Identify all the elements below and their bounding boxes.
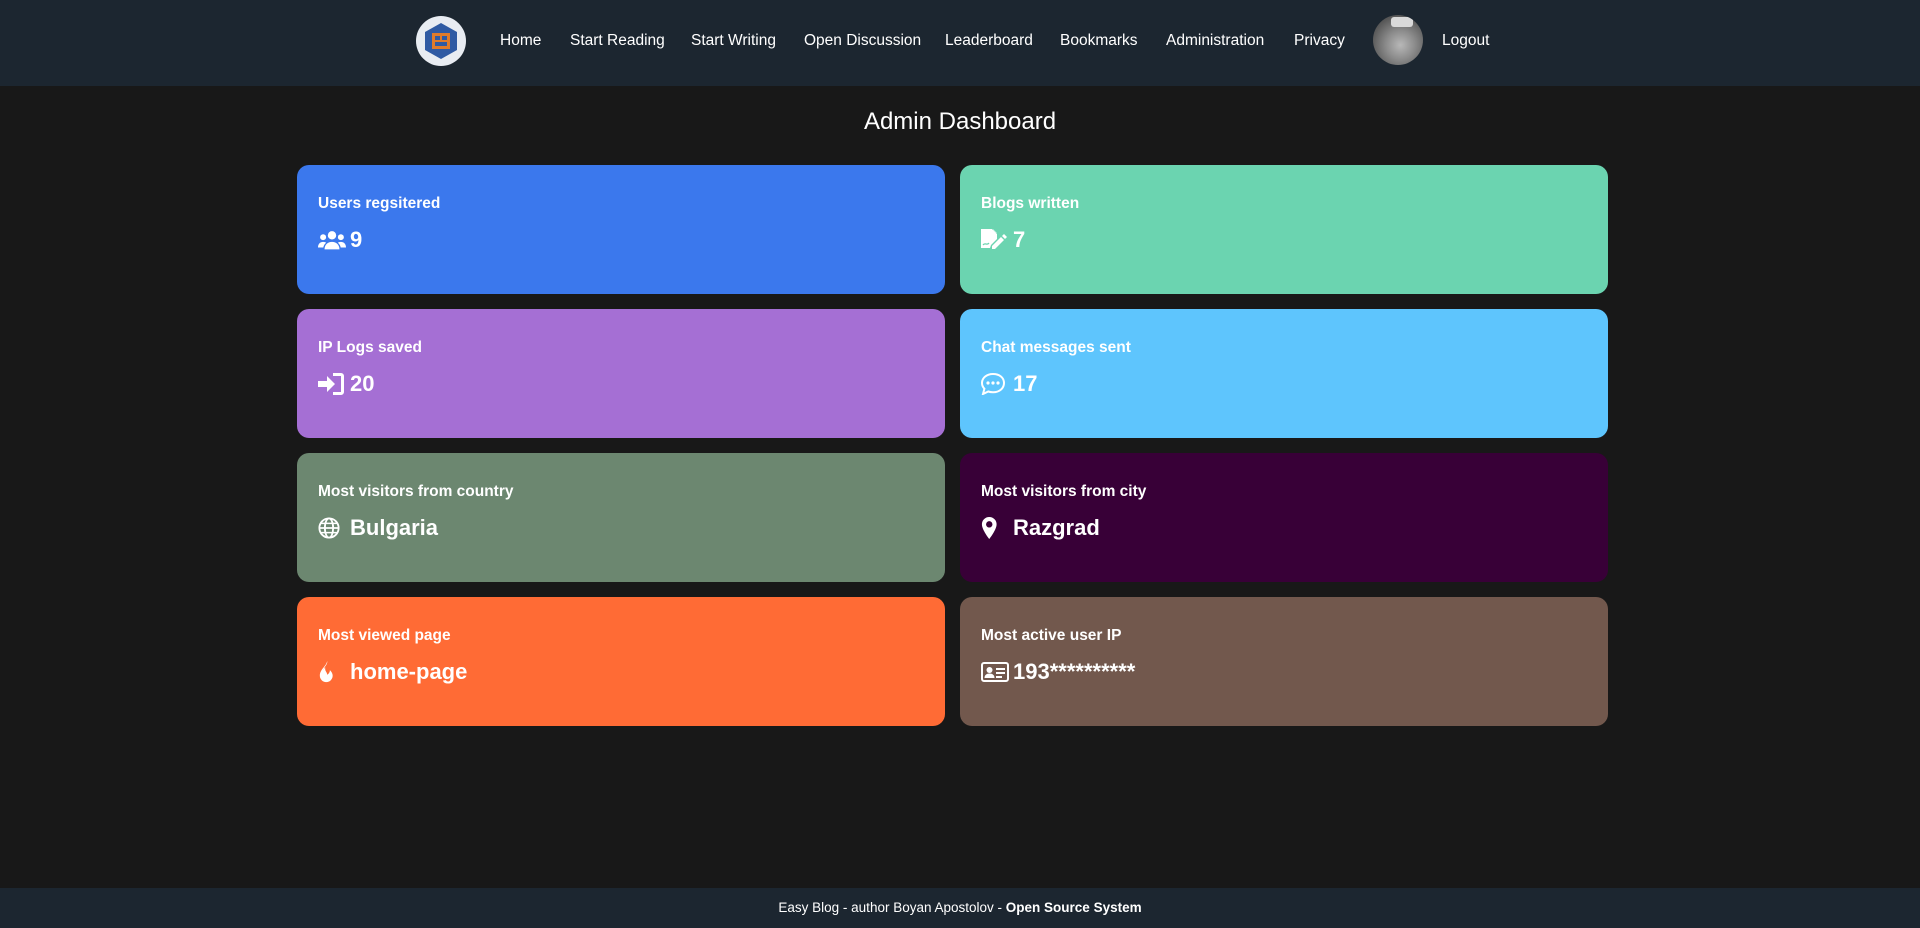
card-label: Blogs written (981, 195, 1080, 212)
card-value: 9 (350, 227, 363, 252)
card-label: Most viewed page (318, 627, 451, 644)
nav-link-start-writing[interactable]: Start Writing (691, 0, 776, 82)
card-value: 17 (1013, 371, 1038, 396)
card-value: home-page (350, 659, 468, 684)
card-value: 193********** (1013, 659, 1136, 684)
card-label: IP Logs saved (318, 339, 422, 356)
nav-link-privacy[interactable]: Privacy (1294, 0, 1345, 82)
card-value: Razgrad (1013, 515, 1100, 540)
stat-card-viewed-page: Most viewed page home-page (297, 597, 945, 726)
comment-dots-icon (981, 372, 1009, 396)
footer-link[interactable]: Open Source System (1006, 900, 1142, 915)
stat-card-city: Most visitors from city Razgrad (960, 453, 1608, 582)
card-label: Most visitors from city (981, 483, 1147, 500)
nav-link-logout[interactable]: Logout (1442, 0, 1489, 82)
footer: Easy Blog - author Boyan Apostolov - Ope… (0, 888, 1920, 928)
nav-link-leaderboard[interactable]: Leaderboard (945, 0, 1033, 82)
footer-text: Easy Blog - author Boyan Apostolov - (778, 900, 1003, 915)
nav-link-home[interactable]: Home (500, 0, 541, 82)
stat-card-users: Users regsitered 9 (297, 165, 945, 294)
file-signature-icon (981, 228, 1009, 252)
fire-icon (318, 660, 346, 684)
nav-link-bookmarks[interactable]: Bookmarks (1060, 0, 1138, 82)
page-title: Admin Dashboard (863, 108, 1057, 135)
globe-icon (318, 516, 346, 540)
card-value: 20 (350, 371, 375, 396)
card-label: Most visitors from country (318, 483, 514, 500)
users-icon (318, 228, 346, 252)
user-avatar[interactable] (1373, 15, 1423, 65)
id-card-icon (981, 660, 1009, 684)
logo-icon (425, 23, 457, 59)
site-logo[interactable] (416, 16, 466, 66)
stat-card-chat-messages: Chat messages sent 17 (960, 309, 1608, 438)
card-label: Users regsitered (318, 195, 441, 212)
nav-link-administration[interactable]: Administration (1166, 0, 1264, 82)
nav-link-start-reading[interactable]: Start Reading (570, 0, 665, 82)
nav-link-open-discussion[interactable]: Open Discussion (804, 0, 921, 82)
navbar: Home Start Reading Start Writing Open Di… (0, 0, 1920, 86)
stat-card-country: Most visitors from country Bulgaria (297, 453, 945, 582)
stat-card-ip-logs: IP Logs saved 20 (297, 309, 945, 438)
stat-card-active-ip: Most active user IP 193********** (960, 597, 1608, 726)
stat-card-blogs: Blogs written 7 (960, 165, 1608, 294)
card-value: 7 (1013, 227, 1026, 252)
card-label: Chat messages sent (981, 339, 1131, 356)
map-marker-icon (981, 516, 1009, 540)
sign-in-icon (318, 372, 346, 396)
card-label: Most active user IP (981, 627, 1122, 644)
card-value: Bulgaria (350, 515, 439, 540)
